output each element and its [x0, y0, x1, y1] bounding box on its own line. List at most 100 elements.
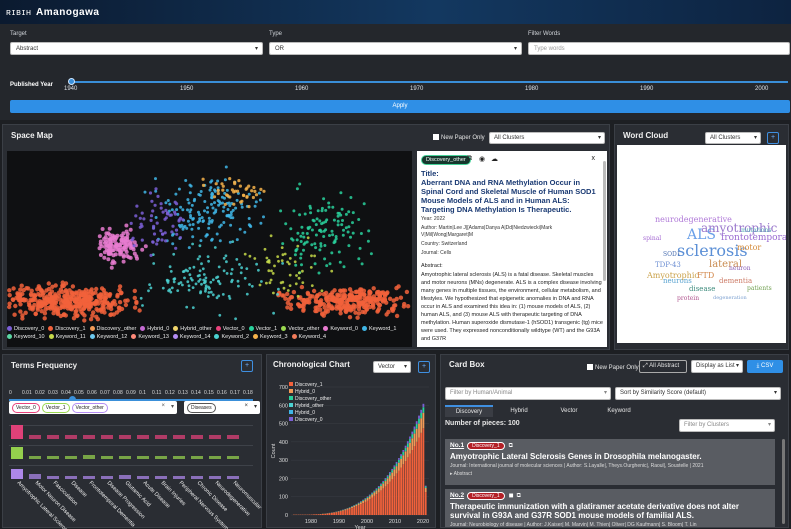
map-point[interactable]	[188, 223, 192, 227]
year-bar-segment[interactable]	[377, 486, 380, 487]
app-logo[interactable]: ʀɪʙɪʜ Amanogawa	[6, 7, 99, 18]
map-point[interactable]	[96, 295, 102, 300]
map-point[interactable]	[109, 265, 114, 270]
map-point[interactable]	[128, 255, 133, 260]
map-point[interactable]	[132, 244, 136, 248]
heatmap-cell[interactable]	[155, 476, 167, 479]
map-point[interactable]	[206, 255, 210, 258]
map-point[interactable]	[102, 237, 107, 241]
space-map-scatter[interactable]	[7, 151, 412, 347]
map-point[interactable]	[300, 263, 303, 267]
year-bar-segment[interactable]	[357, 505, 360, 515]
year-bar-segment[interactable]	[398, 459, 400, 463]
word-cloud-word[interactable]: spinal	[643, 235, 661, 242]
heatmap-cell[interactable]	[173, 456, 185, 459]
map-point[interactable]	[308, 293, 313, 299]
map-point[interactable]	[262, 215, 265, 219]
map-point[interactable]	[321, 302, 327, 307]
heatmap-cell[interactable]	[119, 456, 131, 459]
map-point[interactable]	[320, 209, 324, 213]
map-point[interactable]	[193, 197, 197, 201]
map-point[interactable]	[330, 290, 335, 295]
map-point[interactable]	[220, 195, 224, 199]
year-bar-segment[interactable]	[353, 505, 356, 508]
map-point[interactable]	[262, 189, 266, 193]
map-point[interactable]	[332, 218, 336, 222]
map-point[interactable]	[208, 287, 211, 290]
year-bar-segment[interactable]	[400, 467, 402, 516]
map-point[interactable]	[206, 210, 210, 214]
map-point[interactable]	[228, 240, 232, 244]
map-point[interactable]	[7, 288, 12, 293]
year-bar-segment[interactable]	[382, 481, 385, 484]
map-point[interactable]	[82, 318, 87, 323]
map-point[interactable]	[121, 259, 126, 264]
map-point[interactable]	[355, 315, 360, 320]
map-point[interactable]	[305, 299, 310, 305]
map-point[interactable]	[204, 287, 208, 291]
map-point[interactable]	[314, 233, 318, 237]
map-point[interactable]	[285, 305, 290, 310]
space-map-canvas[interactable]	[7, 151, 412, 347]
map-point[interactable]	[345, 302, 350, 307]
year-bar-segment[interactable]	[382, 480, 385, 482]
map-point[interactable]	[166, 199, 170, 202]
map-point[interactable]	[284, 222, 288, 226]
map-point[interactable]	[216, 188, 220, 192]
map-point[interactable]	[32, 293, 37, 299]
all-abstract-button[interactable]: ⤢ All Abstract	[639, 360, 687, 373]
map-point[interactable]	[141, 304, 144, 307]
map-point[interactable]	[311, 288, 317, 294]
map-point[interactable]	[263, 247, 267, 251]
map-point[interactable]	[171, 224, 175, 228]
map-point[interactable]	[124, 223, 129, 228]
year-bar-segment[interactable]	[393, 469, 396, 477]
map-point[interactable]	[251, 195, 255, 200]
year-bar-segment[interactable]	[391, 470, 394, 473]
map-point[interactable]	[123, 302, 129, 308]
map-point[interactable]	[117, 284, 123, 289]
map-point[interactable]	[349, 304, 354, 310]
word-cloud-word[interactable]: FTD	[697, 271, 714, 280]
year-bar-segment[interactable]	[348, 508, 351, 515]
map-point[interactable]	[175, 208, 179, 212]
map-point[interactable]	[207, 226, 211, 230]
map-point[interactable]	[174, 192, 178, 196]
map-point[interactable]	[20, 291, 25, 297]
map-point[interactable]	[186, 198, 190, 202]
map-point[interactable]	[169, 290, 173, 294]
map-point[interactable]	[170, 208, 174, 212]
legend-item[interactable]: Keyword_12	[89, 333, 127, 341]
year-bar-segment[interactable]	[380, 490, 382, 515]
map-point[interactable]	[322, 235, 326, 238]
map-point[interactable]	[269, 278, 273, 282]
map-point[interactable]	[394, 313, 400, 319]
tab-discovery[interactable]: Discovery	[445, 405, 493, 417]
map-point[interactable]	[177, 223, 181, 227]
map-point[interactable]	[285, 291, 290, 297]
year-bar-segment[interactable]	[391, 472, 394, 480]
map-point[interactable]	[341, 295, 346, 300]
map-point[interactable]	[347, 244, 351, 248]
map-point[interactable]	[18, 302, 23, 307]
map-point[interactable]	[137, 308, 142, 313]
year-bar-segment[interactable]	[335, 512, 338, 515]
year-slider-track[interactable]	[70, 81, 788, 83]
year-bar-segment[interactable]	[411, 449, 414, 515]
open-external-icon[interactable]: ⧉	[467, 155, 472, 163]
heatmap-cell[interactable]	[47, 476, 59, 479]
map-point[interactable]	[181, 208, 185, 212]
legend-item[interactable]: Vector_1	[248, 325, 277, 333]
year-bar-segment[interactable]	[391, 468, 394, 471]
map-point[interactable]	[217, 265, 221, 269]
year-bar-segment[interactable]	[400, 456, 402, 459]
map-point[interactable]	[197, 210, 200, 214]
map-point[interactable]	[70, 284, 76, 289]
map-point[interactable]	[156, 194, 160, 198]
map-point[interactable]	[371, 286, 376, 291]
map-point[interactable]	[349, 235, 352, 239]
map-point[interactable]	[190, 203, 194, 207]
year-bar-segment[interactable]	[415, 424, 418, 429]
year-bar-segment[interactable]	[418, 415, 420, 419]
map-point[interactable]	[347, 315, 353, 320]
